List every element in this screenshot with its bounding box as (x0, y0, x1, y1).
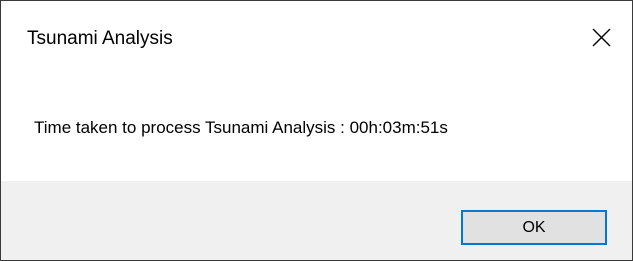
dialog-title: Tsunami Analysis (27, 28, 173, 49)
dialog-content: Time taken to process Tsunami Analysis :… (1, 79, 632, 179)
dialog-message: Time taken to process Tsunami Analysis :… (34, 118, 448, 137)
dialog-footer: OK (1, 181, 632, 260)
message-dialog: Tsunami Analysis Time taken to process T… (0, 0, 633, 261)
close-icon (592, 28, 611, 47)
close-button[interactable] (574, 1, 632, 59)
title-bar: Tsunami Analysis (1, 1, 632, 79)
ok-button[interactable]: OK (461, 210, 607, 245)
